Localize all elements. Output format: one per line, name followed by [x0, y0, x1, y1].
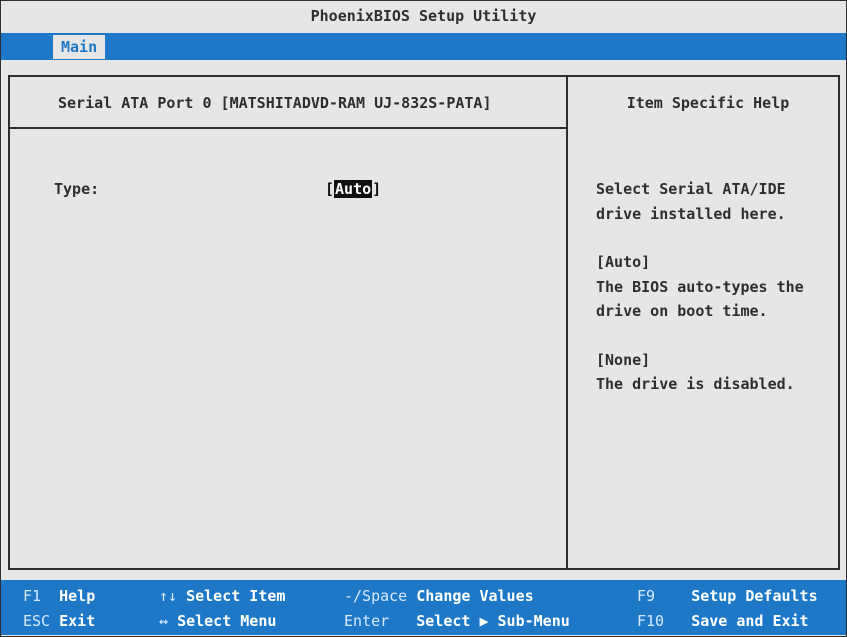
key-hint-label: Save and Exit — [691, 612, 809, 630]
help-line: The drive is disabled. — [596, 375, 795, 393]
key-f10: F10 — [637, 612, 665, 630]
help-line: [Auto] — [596, 253, 651, 271]
key-hint-sub-menu: Enter Select ▶ Sub-Menu — [344, 612, 570, 630]
bracket-close: ] — [372, 180, 382, 198]
bracket-open: [ — [325, 180, 335, 198]
key-hint-label: Help — [59, 587, 96, 605]
key-hint-select-item: ↑↓ Select Item — [159, 587, 285, 605]
key-hint-label: Select Menu — [177, 612, 277, 630]
key-f9: F9 — [637, 587, 656, 605]
panel-header: Serial ATA Port 0 [MATSHITADVD-RAM UJ-83… — [10, 77, 568, 129]
key-enter: Enter — [344, 612, 390, 630]
key-hint-help: F1 Help — [23, 587, 95, 605]
key-hint-exit: ESC Exit — [23, 612, 95, 630]
type-label: Type: — [54, 180, 100, 198]
help-line: drive installed here. — [596, 204, 786, 223]
help-line: drive on boot time. — [596, 302, 768, 320]
key-hint-setup-defaults: F9 Setup Defaults — [637, 587, 818, 605]
key-hint-label: Exit — [59, 612, 96, 630]
key-legend: F1 Help ↑↓ Select Item -/Space Change Va… — [1, 580, 846, 635]
leftright-arrows-icon: ↔ — [159, 612, 169, 630]
key-hint-label: Select Item — [186, 587, 286, 605]
main-panel: Serial ATA Port 0 [MATSHITADVD-RAM UJ-83… — [8, 75, 568, 570]
help-line-blank — [596, 324, 840, 348]
help-line-blank — [596, 226, 840, 250]
key-hint-save-exit: F10 Save and Exit — [637, 612, 809, 630]
help-line: The BIOS auto-types the — [596, 277, 804, 296]
key-hint-label: Select ▶ Sub-Menu — [416, 612, 570, 630]
help-line: Select Serial ATA/IDE — [596, 180, 786, 198]
type-value-selector[interactable]: [Auto] — [325, 180, 381, 198]
help-panel: Item Specific Help Select Serial ATA/IDE… — [566, 75, 840, 570]
key-minus-space: -/Space — [344, 587, 408, 605]
type-value[interactable]: Auto — [334, 180, 373, 198]
tab-main[interactable]: Main — [53, 35, 106, 59]
help-text: Select Serial ATA/IDE drive installed he… — [596, 177, 840, 397]
key-hint-label: Setup Defaults — [691, 587, 818, 605]
updown-arrows-icon: ↑↓ — [159, 587, 178, 605]
key-hint-change-values: -/Space Change Values — [344, 587, 534, 605]
help-line: [None] — [596, 350, 651, 369]
menu-bar: Main — [1, 33, 846, 60]
key-hint-select-menu: ↔ Select Menu — [159, 612, 276, 630]
key-esc: ESC — [23, 612, 51, 630]
window-title: PhoenixBIOS Setup Utility — [1, 1, 846, 31]
key-hint-label: Change Values — [416, 587, 534, 605]
key-f1: F1 — [23, 587, 42, 605]
help-header: Item Specific Help — [626, 94, 790, 112]
